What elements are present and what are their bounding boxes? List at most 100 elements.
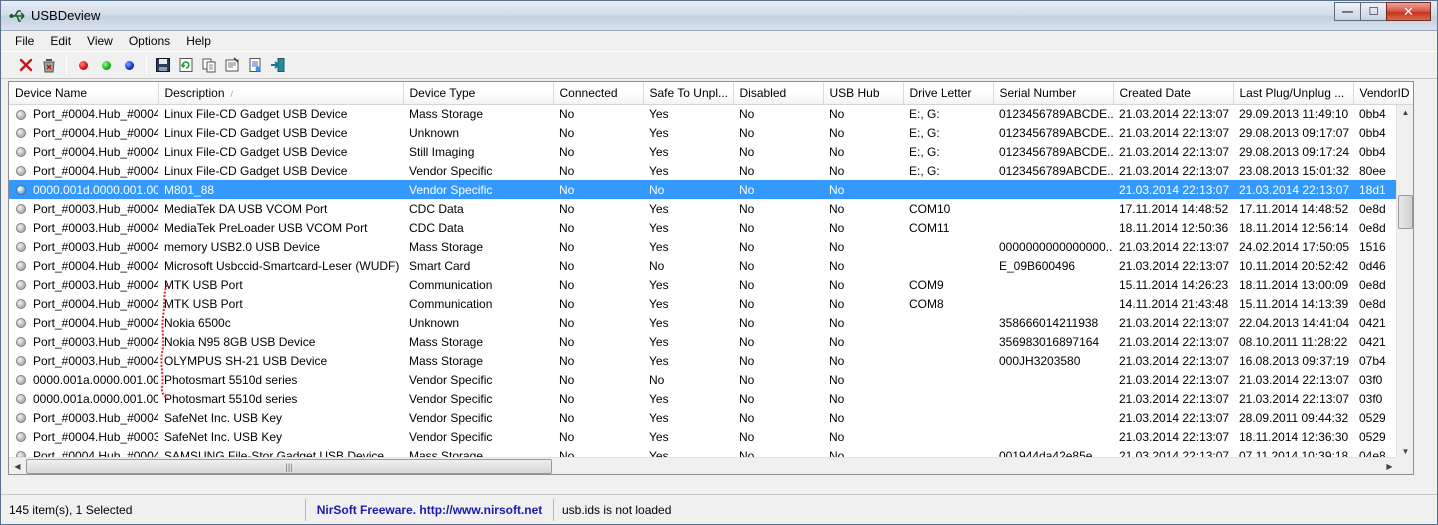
disable-button[interactable] — [72, 54, 94, 76]
copy-button[interactable] — [198, 54, 220, 76]
cell-text: No — [559, 391, 575, 406]
scroll-corner — [1396, 457, 1413, 474]
cell-text: No — [559, 106, 575, 121]
vertical-scroll-thumb[interactable] — [1398, 195, 1413, 229]
menu-view[interactable]: View — [79, 31, 121, 51]
table-cell: 22.04.2013 14:41:04 — [1233, 313, 1353, 332]
device-list[interactable]: Device Name Description / Device Type Connec… — [8, 81, 1414, 475]
cell-text: Vendor Specific — [409, 429, 493, 444]
table-row[interactable]: Port_#0004.Hub_#0004 Microsoft Usbccid-Sm… — [9, 256, 1413, 275]
table-row[interactable]: Port_#0003.Hub_#0004 SafeNet Inc. USB Key… — [9, 408, 1413, 427]
column-header[interactable]: Connected — [553, 82, 644, 105]
table-cell — [993, 275, 1113, 294]
menu-help[interactable]: Help — [178, 31, 219, 51]
column-header[interactable]: Disabled — [733, 82, 824, 105]
cell-text: Port_#0003.Hub_#0004 — [33, 201, 158, 216]
column-header[interactable]: VendorID — [1353, 82, 1413, 105]
table-cell: MediaTek DA USB VCOM Port — [158, 199, 403, 218]
column-header[interactable]: Device Name — [9, 82, 159, 105]
table-cell: 21.03.2014 22:13:07 — [1113, 237, 1233, 256]
table-cell: No — [553, 389, 643, 408]
menu-edit[interactable]: Edit — [42, 31, 79, 51]
table-cell: No — [823, 275, 903, 294]
table-cell: 0123456789ABCDE... — [993, 161, 1113, 180]
refresh-button[interactable] — [175, 54, 197, 76]
cell-text: Yes — [649, 201, 669, 216]
properties-button[interactable] — [221, 54, 243, 76]
nirsoft-link[interactable]: NirSoft Freeware. http://www.nirsoft.net — [306, 498, 554, 521]
cell-text: No — [559, 410, 575, 425]
scroll-left-icon[interactable]: ◀ — [10, 459, 25, 474]
cell-text: 21.03.2014 22:13:07 — [1239, 391, 1350, 406]
table-row[interactable]: Port_#0004.Hub_#0004 Linux File-CD Gadget… — [9, 104, 1413, 123]
device-status-icon — [16, 280, 26, 290]
table-row[interactable]: Port_#0003.Hub_#0004 Nokia N95 8GB USB De… — [9, 332, 1413, 351]
maximize-button[interactable]: ☐ — [1360, 2, 1387, 21]
toolbar-separator — [146, 55, 147, 75]
scroll-right-icon[interactable]: ▶ — [1382, 459, 1397, 474]
cell-text: No — [739, 220, 755, 235]
menu-file[interactable]: File — [7, 31, 42, 51]
save-button[interactable] — [152, 54, 174, 76]
table-cell: Nokia 6500c — [158, 313, 403, 332]
table-row[interactable]: Port_#0004.Hub_#0004 Linux File-CD Gadget… — [9, 123, 1413, 142]
table-row[interactable]: Port_#0004.Hub_#0004 MTK USB Port Communic… — [9, 294, 1413, 313]
table-cell: COM11 — [903, 218, 993, 237]
table-row[interactable]: Port_#0004.Hub_#0004 Linux File-CD Gadget… — [9, 142, 1413, 161]
main-window: USBDeview — ☐ ✕ File Edit View Options H… — [0, 0, 1438, 525]
enable-button[interactable] — [95, 54, 117, 76]
table-row[interactable]: 0000.001a.0000.001.00... Photosmart 5510d… — [9, 389, 1413, 408]
cell-text: No — [829, 258, 845, 273]
table-row[interactable]: Port_#0003.Hub_#0004 MTK USB Port Communic… — [9, 275, 1413, 294]
cell-text: No — [559, 220, 575, 235]
table-row[interactable]: 0000.001a.0000.001.00... Photosmart 5510d… — [9, 370, 1413, 389]
column-header[interactable]: Description / — [158, 82, 404, 105]
table-cell — [903, 180, 993, 199]
scroll-up-icon[interactable]: ▲ — [1398, 105, 1413, 120]
table-cell: CDC Data — [403, 199, 553, 218]
connect-button[interactable] — [118, 54, 140, 76]
exit-button[interactable] — [267, 54, 289, 76]
table-cell: Microsoft Usbccid-Smartcard-Leser (WUDF) — [158, 256, 403, 275]
close-button[interactable]: ✕ — [1386, 2, 1431, 21]
horizontal-scroll-thumb[interactable]: ||| — [26, 459, 552, 474]
title-bar[interactable]: USBDeview — ☐ ✕ — [1, 1, 1437, 31]
table-row[interactable]: Port_#0003.Hub_#0004 MediaTek DA USB VCOM… — [9, 199, 1413, 218]
delete-button[interactable] — [15, 54, 37, 76]
table-cell: No — [553, 161, 643, 180]
table-row[interactable]: Port_#0003.Hub_#0004 MediaTek PreLoader U… — [9, 218, 1413, 237]
column-header[interactable]: Serial Number — [993, 82, 1114, 105]
table-cell: No — [823, 123, 903, 142]
cell-text: 0000000000000000... — [999, 239, 1113, 254]
column-header[interactable]: Device Type — [403, 82, 554, 105]
table-cell: Yes — [643, 332, 733, 351]
device-rows: Port_#0004.Hub_#0004 Linux File-CD Gadget… — [9, 104, 1413, 474]
table-cell: Yes — [643, 294, 733, 313]
column-header[interactable]: Safe To Unpl... — [643, 82, 734, 105]
vertical-scrollbar[interactable]: ▲ ▼ — [1396, 105, 1413, 459]
table-row[interactable]: Port_#0003.Hub_#0004 OLYMPUS SH-21 USB De… — [9, 351, 1413, 370]
device-status-icon — [16, 356, 26, 366]
table-row[interactable]: Port_#0004.Hub_#0004 Linux File-CD Gadget… — [9, 161, 1413, 180]
table-cell: Linux File-CD Gadget USB Device — [158, 142, 403, 161]
minimize-button[interactable]: — — [1334, 2, 1361, 21]
cell-text: 0d46 — [1359, 258, 1386, 273]
table-row[interactable]: Port_#0004.Hub_#0004 Nokia 6500c Unknown No… — [9, 313, 1413, 332]
status-bar: 145 item(s), 1 Selected NirSoft Freeware… — [1, 494, 1437, 524]
table-cell: No — [553, 123, 643, 142]
cell-text: Photosmart 5510d series — [164, 372, 298, 387]
table-row[interactable]: Port_#0003.Hub_#0004 memory USB2.0 USB De… — [9, 237, 1413, 256]
column-header[interactable]: Drive Letter — [903, 82, 994, 105]
column-header[interactable]: USB Hub — [823, 82, 904, 105]
column-header[interactable]: Last Plug/Unplug ... — [1233, 82, 1354, 105]
table-cell: No — [553, 427, 643, 446]
table-row[interactable]: 0000.001d.0000.001.00... M801_88 Vendor Sp… — [9, 180, 1413, 199]
uninstall-button[interactable] — [38, 54, 60, 76]
menu-options[interactable]: Options — [121, 31, 178, 51]
cell-text: memory USB2.0 USB Device — [164, 239, 321, 254]
column-header[interactable]: Created Date — [1113, 82, 1234, 105]
html-report-button[interactable] — [244, 54, 266, 76]
horizontal-scrollbar[interactable]: ◀ ||| ▶ — [9, 457, 1398, 474]
column-header-label: VendorID — [1359, 85, 1410, 100]
table-row[interactable]: Port_#0004.Hub_#0003 SafeNet Inc. USB Key… — [9, 427, 1413, 446]
